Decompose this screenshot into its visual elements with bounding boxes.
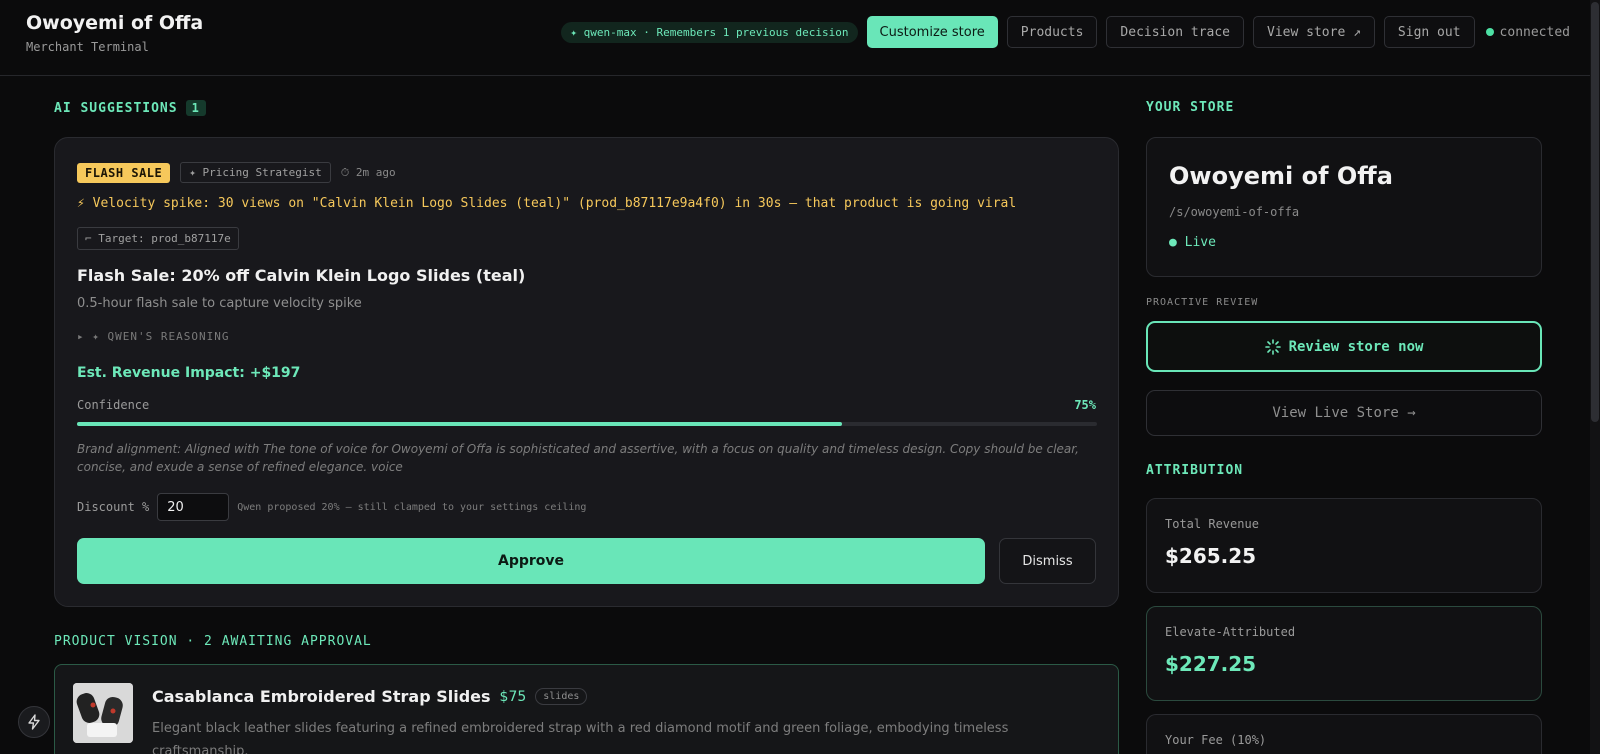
- revenue-impact: Est. Revenue Impact: +$197: [77, 365, 301, 381]
- ai-suggestions-heading-label: AI SUGGESTIONS: [54, 100, 178, 116]
- time-ago: ⏱ 2m ago: [340, 165, 396, 179]
- fee-label: Your Fee (10%): [1165, 733, 1267, 747]
- elevate-attributed-label: Elevate-Attributed: [1165, 625, 1296, 639]
- confidence-value: 75%: [1074, 398, 1096, 412]
- product-vision-card[interactable]: Casablanca Embroidered Strap Slides $75 …: [54, 664, 1119, 754]
- scrollbar-thumb[interactable]: [1591, 2, 1599, 422]
- product-name: Casablanca Embroidered Strap Slides: [152, 687, 491, 706]
- confidence-label: Confidence: [77, 398, 150, 412]
- connection-status: connected: [1485, 24, 1570, 40]
- total-revenue-label: Total Revenue: [1165, 517, 1259, 531]
- model-memory-pill: ✦ qwen-max · Remembers 1 previous decisi…: [561, 21, 858, 43]
- suggestion-subtitle: 0.5-hour flash sale to capture velocity …: [77, 296, 362, 311]
- review-store-label: Review store now: [1288, 338, 1424, 355]
- store-live-status: ● Live: [1169, 235, 1216, 250]
- total-revenue-card: Total Revenue $265.25: [1146, 498, 1542, 593]
- ai-suggestions-heading: AI SUGGESTIONS 1: [54, 100, 206, 116]
- store-card: Owoyemi of Offa /s/owoyemi-of-offa ● Liv…: [1146, 137, 1542, 277]
- proactive-review-label: PROACTIVE REVIEW: [1146, 297, 1259, 308]
- product-thumbnail: [73, 683, 133, 743]
- header-actions: ✦ qwen-max · Remembers 1 previous decisi…: [561, 16, 1570, 48]
- fee-card: Your Fee (10%): [1146, 714, 1542, 754]
- customize-store-button[interactable]: Customize store: [866, 16, 998, 48]
- total-revenue-value: $265.25: [1165, 544, 1257, 568]
- role-tag: ✦ Pricing Strategist: [180, 162, 331, 183]
- discount-hint: Qwen proposed 20% — still clamped to you…: [237, 501, 587, 513]
- confidence-bar: [77, 422, 1097, 426]
- flash-sale-tag: FLASH SALE: [77, 162, 171, 183]
- suggestion-tags: FLASH SALE ✦ Pricing Strategist ⏱ 2m ago: [77, 162, 396, 183]
- view-live-store-button[interactable]: View Live Store →: [1146, 390, 1542, 436]
- top-header: Owoyemi of Offa Merchant Terminal ✦ qwen…: [0, 0, 1600, 76]
- connection-status-label: connected: [1499, 24, 1570, 40]
- review-store-button[interactable]: Review store now: [1146, 321, 1542, 372]
- sparkle-spinner-icon: [1264, 338, 1281, 355]
- confidence-bar-fill: [77, 422, 842, 426]
- suggestion-card: FLASH SALE ✦ Pricing Strategist ⏱ 2m ago…: [54, 137, 1119, 607]
- velocity-alert: ⚡ Velocity spike: 30 views on "Calvin Kl…: [77, 196, 1017, 211]
- page-scrollbar[interactable]: [1590, 0, 1600, 754]
- store-name: Owoyemi of Offa: [1169, 162, 1393, 190]
- product-name-row: Casablanca Embroidered Strap Slides $75 …: [152, 687, 588, 706]
- approve-button[interactable]: Approve: [77, 538, 985, 584]
- brand-subtitle: Merchant Terminal: [26, 40, 149, 54]
- discount-row: Discount % Qwen proposed 20% — still cla…: [77, 493, 586, 521]
- discount-input[interactable]: [157, 493, 230, 521]
- attribution-heading: ATTRIBUTION: [1146, 463, 1244, 478]
- view-store-button[interactable]: View store ↗: [1253, 16, 1375, 48]
- quick-action-button[interactable]: [18, 706, 50, 738]
- sign-out-button[interactable]: Sign out: [1383, 16, 1475, 48]
- status-dot-icon: [1485, 28, 1494, 36]
- products-button[interactable]: Products: [1006, 16, 1098, 48]
- target-chip[interactable]: ⌐ Target: prod_b87117e: [77, 227, 239, 250]
- product-vision-heading: PRODUCT VISION · 2 AWAITING APPROVAL: [54, 634, 372, 649]
- brand-title: Owoyemi of Offa: [26, 12, 204, 34]
- decision-trace-button[interactable]: Decision trace: [1106, 16, 1244, 48]
- brand-alignment-note: Brand alignment: Aligned with The tone o…: [77, 442, 1079, 474]
- suggestion-title: Flash Sale: 20% off Calvin Klein Logo Sl…: [77, 266, 526, 285]
- suggestions-count-badge: 1: [185, 100, 206, 116]
- elevate-attributed-value: $227.25: [1165, 652, 1257, 676]
- product-description: Elegant black leather slides featuring a…: [152, 721, 1009, 754]
- elevate-attributed-card: Elevate-Attributed $227.25: [1146, 606, 1542, 701]
- discount-label: Discount %: [77, 500, 150, 514]
- store-slug: /s/owoyemi-of-offa: [1169, 205, 1300, 219]
- reasoning-toggle[interactable]: ▸ ✦ QWEN'S REASONING: [77, 330, 229, 343]
- lightning-icon: [28, 714, 40, 730]
- dismiss-button[interactable]: Dismiss: [999, 538, 1096, 584]
- your-store-heading: YOUR STORE: [1146, 100, 1235, 115]
- product-price: $75: [499, 688, 527, 705]
- product-category-tag: slides: [535, 688, 588, 705]
